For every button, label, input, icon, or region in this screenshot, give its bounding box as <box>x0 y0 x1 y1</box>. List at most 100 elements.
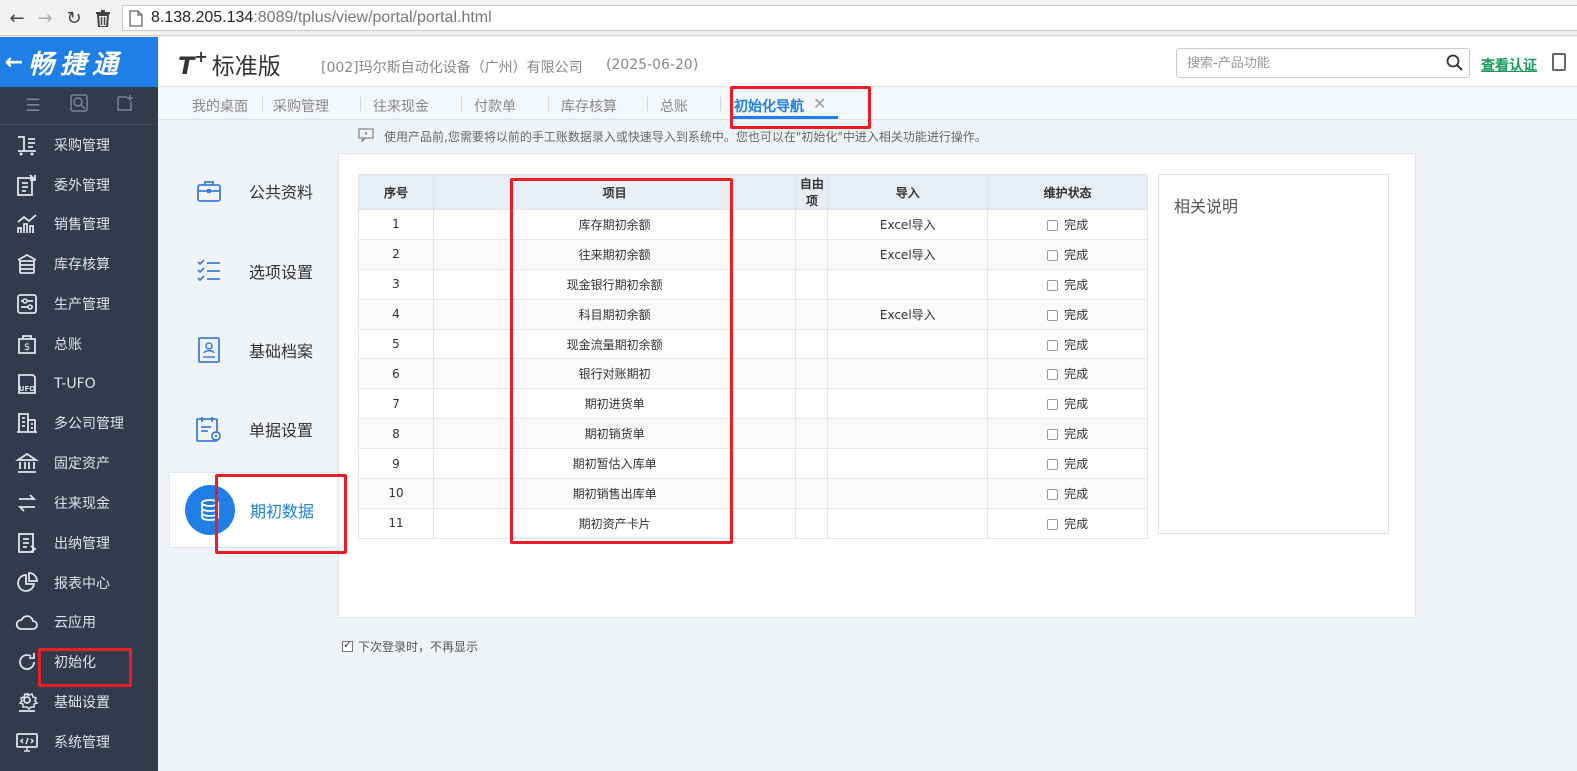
sidebar-item-multi-company[interactable]: 多公司管理 <box>0 404 158 444</box>
sidebar-item-sales[interactable]: 销售管理 <box>0 205 158 245</box>
sidebar-item-basic-settings[interactable]: 基础设置 <box>0 682 158 722</box>
address-bar[interactable]: 8.138.205.134:8089/tplus/view/portal/por… <box>122 5 1577 31</box>
trash-icon[interactable] <box>89 4 117 32</box>
sidebar-item-cash-flow[interactable]: 往来现金 <box>0 483 158 523</box>
import-link[interactable]: Excel导入 <box>827 238 989 270</box>
sidebar-item-cloud[interactable]: 云应用 <box>0 603 158 643</box>
bank-icon <box>0 451 54 475</box>
company-name: [002]玛尔斯自动化设备（广州）有限公司 <box>321 60 583 76</box>
sidebar-item-fixed-assets[interactable]: 固定资产 <box>0 443 158 483</box>
search-input[interactable] <box>1177 49 1437 77</box>
table-row[interactable]: 7 期初进货单 完成 <box>358 388 1148 420</box>
category-document-settings[interactable]: 单据设置 <box>169 391 337 467</box>
back-arrow-icon[interactable]: ← <box>0 50 28 75</box>
sidebar-item-ledger[interactable]: $ 总账 <box>0 324 158 364</box>
sidebar-item-label: 出纳管理 <box>54 535 110 552</box>
status-checkbox[interactable] <box>1047 339 1059 351</box>
import-link <box>827 418 989 450</box>
status-checkbox[interactable] <box>1047 459 1059 471</box>
status-checkbox[interactable] <box>1047 369 1059 381</box>
category-public-data[interactable]: 公共资料 <box>169 153 337 229</box>
status-checkbox[interactable] <box>1047 488 1059 500</box>
sidebar-item-reports[interactable]: 报表中心 <box>0 563 158 603</box>
table-row[interactable]: 4 科目期初余额 Excel导入 完成 <box>358 298 1148 330</box>
category-options[interactable]: 选项设置 <box>169 233 337 309</box>
calendar-gear-icon <box>169 415 249 443</box>
table-row[interactable]: 8 期初销货单 完成 <box>358 418 1148 450</box>
import-link[interactable]: Excel导入 <box>827 209 989 240</box>
purchase-icon <box>0 133 54 157</box>
pie-chart-icon <box>0 571 54 595</box>
status-label: 完成 <box>1064 486 1089 501</box>
sidebar-item-inventory[interactable]: 库存核算 <box>0 244 158 284</box>
status-checkbox[interactable] <box>1047 279 1059 291</box>
reload-icon[interactable]: ↻ <box>60 4 88 32</box>
sidebar-item-production[interactable]: 生产管理 <box>0 284 158 324</box>
sidebar-item-system[interactable]: 系统管理 <box>0 722 158 762</box>
status-checkbox[interactable] <box>1047 249 1059 261</box>
sidebar-item-label: 库存核算 <box>54 257 110 274</box>
status-checkbox[interactable] <box>1047 399 1059 411</box>
search-icon[interactable] <box>1446 54 1463 75</box>
free-item <box>795 209 829 240</box>
menu-icon[interactable]: ☰ <box>18 96 48 116</box>
tab-purchase[interactable]: 采购管理 <box>273 96 329 116</box>
verify-link[interactable]: 查看认证 <box>1481 55 1537 75</box>
table-row[interactable]: 2 往来期初余额 Excel导入 完成 <box>358 238 1148 270</box>
exit-icon[interactable] <box>1552 53 1566 71</box>
dont-show-again-checkbox[interactable] <box>342 638 353 652</box>
row-number: 2 <box>358 238 434 270</box>
sidebar-item-label: 总账 <box>54 336 82 353</box>
url-host: 8.138.205.134 <box>151 9 254 26</box>
column-header: 自由项 <box>795 174 829 210</box>
annotation-box-tab <box>730 86 871 129</box>
status-cell: 完成 <box>987 478 1148 509</box>
tab-cash[interactable]: 往来现金 <box>373 96 429 116</box>
cashier-icon <box>0 531 54 555</box>
back-arrow-icon[interactable]: ← <box>3 4 31 32</box>
tab-payment[interactable]: 付款单 <box>474 96 516 116</box>
checklist-icon <box>169 258 249 284</box>
table-row[interactable]: 3 现金银行期初余额 完成 <box>358 268 1148 300</box>
row-number: 4 <box>358 298 434 330</box>
tab-inventory[interactable]: 库存核算 <box>561 96 617 116</box>
status-cell: 完成 <box>987 507 1148 539</box>
status-checkbox[interactable] <box>1047 309 1059 321</box>
import-link[interactable]: Excel导入 <box>827 298 989 330</box>
status-checkbox[interactable] <box>1047 518 1059 530</box>
dont-show-again-option[interactable]: 下次登录时，不再显示 <box>342 638 478 655</box>
opening-data-table: 序号 项目 自由项 导入 维护状态 1 库存期初余额 Excel导入 完成 2 往来期初余… <box>358 174 1148 539</box>
table-row[interactable]: 11 期初资产卡片 完成 <box>358 507 1148 539</box>
table-row[interactable]: 6 银行对账期初 完成 <box>358 358 1148 390</box>
cloud-icon <box>0 610 54 634</box>
table-row[interactable]: 10 期初销售出库单 完成 <box>358 478 1148 509</box>
table-row[interactable]: 9 期初暂估入库单 完成 <box>358 448 1148 480</box>
free-item <box>795 328 829 360</box>
free-item <box>795 238 829 270</box>
category-basic-records[interactable]: 基础档案 <box>169 312 337 388</box>
brand-bar[interactable]: ← 畅捷通 <box>0 37 158 87</box>
sidebar-item-tufo[interactable]: UFO T-UFO <box>0 364 158 404</box>
status-label: 完成 <box>1064 367 1089 382</box>
status-checkbox[interactable] <box>1047 429 1059 441</box>
profile-card-icon <box>169 336 249 364</box>
status-checkbox[interactable] <box>1047 219 1059 231</box>
tab-separator <box>720 97 721 111</box>
tab-desktop[interactable]: 我的桌面 <box>192 96 248 116</box>
tab-ledger[interactable]: 总账 <box>660 96 688 116</box>
column-header: 导入 <box>827 174 989 210</box>
sidebar-item-cashier[interactable]: 出纳管理 <box>0 523 158 563</box>
status-label: 完成 <box>1064 277 1089 292</box>
sidebar-item-purchase[interactable]: 采购管理 <box>0 125 158 165</box>
search-doc-icon[interactable] <box>64 94 94 117</box>
ledger-icon: $ <box>0 332 54 356</box>
free-item <box>795 478 829 509</box>
add-doc-icon[interactable] <box>110 94 140 117</box>
status-cell: 完成 <box>987 358 1148 390</box>
table-row[interactable]: 5 现金流量期初余额 完成 <box>358 328 1148 360</box>
forward-arrow-icon[interactable]: → <box>31 4 59 32</box>
building-icon <box>0 411 54 435</box>
sidebar-item-outsource[interactable]: 委外管理 <box>0 165 158 205</box>
row-number: 1 <box>358 209 434 240</box>
table-row[interactable]: 1 库存期初余额 Excel导入 完成 <box>358 209 1148 240</box>
